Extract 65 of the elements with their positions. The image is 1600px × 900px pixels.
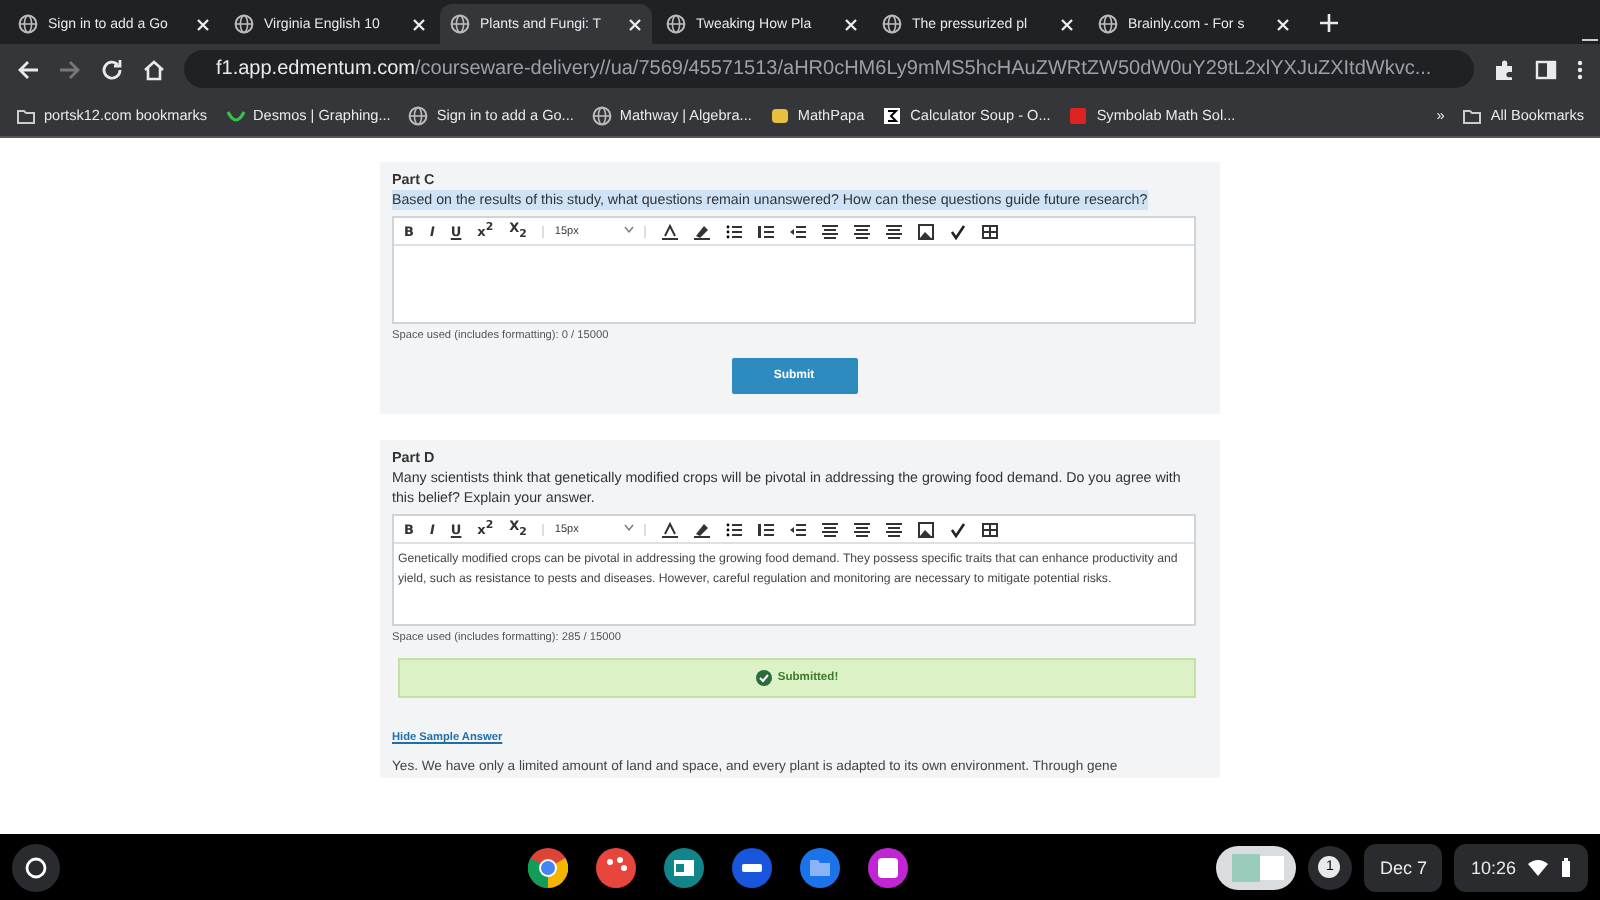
folder-icon [1462, 105, 1483, 125]
spellcheck-icon[interactable] [950, 223, 967, 239]
outdent-icon[interactable] [790, 223, 807, 239]
wifi-icon [1528, 859, 1548, 875]
text-color-icon[interactable] [662, 521, 679, 537]
close-icon[interactable] [1060, 17, 1074, 31]
chevron-icon [624, 523, 635, 531]
more-icon[interactable] [1576, 57, 1584, 81]
folder-app-icon[interactable] [799, 847, 840, 887]
address-bar[interactable]: f1.app.edmentum.com/courseware-delivery//ua/7569/45571513/aHR0cHM6Ly9mMS5hcHAuZWRtZW50dW0uY29tL2xlYXJuZXItdWkvc... [184, 50, 1474, 88]
image-icon[interactable] [918, 521, 935, 537]
globe-icon [450, 14, 470, 34]
align-left-icon[interactable] [822, 521, 839, 537]
bullet-list-icon[interactable] [726, 521, 743, 537]
align-right-icon[interactable] [886, 521, 903, 537]
check-circle-icon [755, 670, 772, 686]
ring-icon [24, 855, 48, 879]
plus-icon[interactable] [1320, 14, 1338, 32]
globe-icon [234, 14, 254, 34]
spellcheck-icon[interactable] [950, 521, 967, 537]
sigma-icon [882, 105, 903, 125]
home-icon[interactable] [142, 57, 166, 81]
folder-icon [16, 105, 36, 125]
globe-icon [408, 105, 429, 125]
image-icon[interactable] [918, 223, 935, 239]
launcher-button[interactable] [12, 843, 60, 891]
globe-icon [591, 105, 612, 125]
curve-icon [225, 105, 246, 125]
tote-thumbnail-icon[interactable] [1215, 845, 1296, 889]
puzzle-icon[interactable] [1492, 57, 1516, 81]
square-icon [1068, 105, 1089, 125]
table-icon[interactable] [982, 521, 999, 537]
numbered-list-icon[interactable] [758, 223, 775, 239]
close-icon[interactable] [196, 17, 210, 31]
close-icon[interactable] [844, 17, 858, 31]
bullet-list-icon[interactable] [726, 223, 743, 239]
numbered-list-icon[interactable] [758, 521, 775, 537]
url-text: f1.app.edmentum.com/courseware-delivery//ua/7569/45571513/aHR0cHM6Ly9mMS5hcHAuZWRtZW50dW0uY29tL2xlYXJuZXItdWkvc... [216, 58, 1432, 80]
highlighter-icon[interactable] [694, 223, 711, 239]
globe-icon [1098, 14, 1118, 34]
reload-icon[interactable] [100, 57, 124, 81]
slides-app-icon[interactable] [663, 847, 704, 887]
align-left-icon[interactable] [822, 223, 839, 239]
back-icon[interactable] [16, 57, 40, 81]
align-center-icon[interactable] [854, 223, 871, 239]
table-icon[interactable] [982, 223, 999, 239]
close-icon[interactable] [628, 17, 642, 31]
date-button[interactable]: Dec 7 [1363, 843, 1443, 891]
side-panel-icon[interactable] [1534, 57, 1558, 81]
globe-icon [18, 14, 38, 34]
forward-icon[interactable] [58, 57, 82, 81]
battery-icon [1560, 857, 1572, 877]
align-center-icon[interactable] [854, 521, 871, 537]
chevron-icon [624, 225, 635, 233]
text-color-icon[interactable] [662, 223, 679, 239]
align-right-icon[interactable] [886, 223, 903, 239]
close-icon[interactable] [1276, 17, 1290, 31]
status-area-button[interactable]: 10:26 [1454, 843, 1588, 891]
outdent-icon[interactable] [790, 521, 807, 537]
globe-icon [666, 14, 686, 34]
globe-icon [882, 14, 902, 34]
highlighter-icon[interactable] [694, 521, 711, 537]
close-icon[interactable] [412, 17, 426, 31]
palette-app-icon[interactable] [595, 847, 636, 887]
browser-app-icon[interactable] [527, 847, 568, 887]
